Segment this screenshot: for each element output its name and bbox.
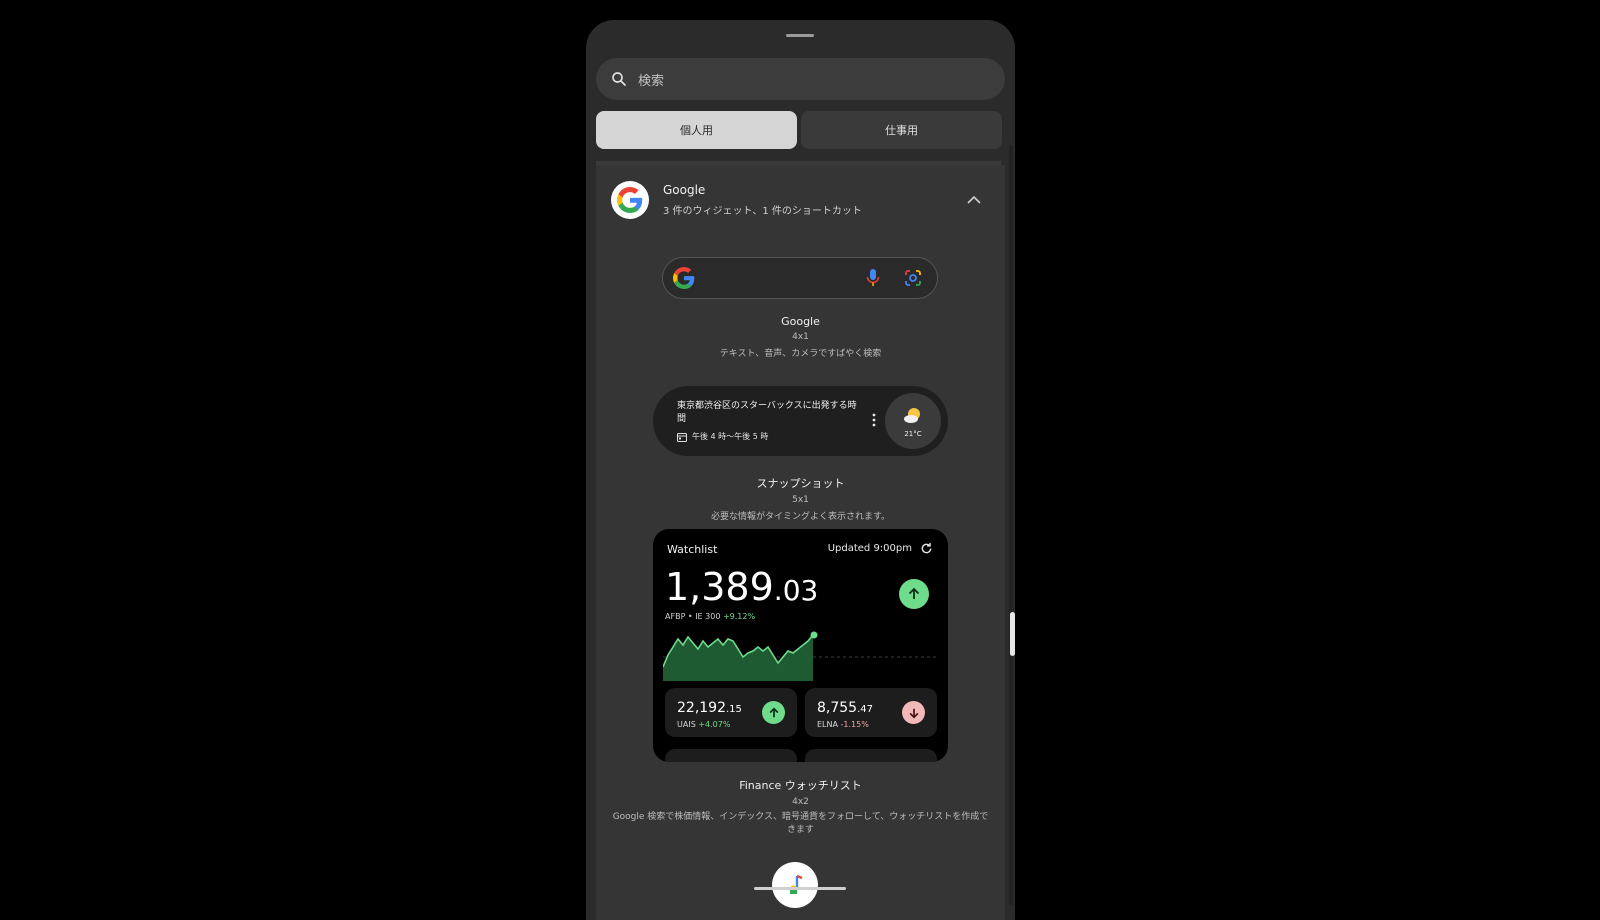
google-lens-icon — [905, 270, 921, 286]
weather-badge: 21°C — [885, 393, 941, 449]
snapshot-text: 東京都渋谷区のスターバックスに出発する時間 — [677, 401, 857, 424]
widget-title: Finance ウォッチリスト — [739, 779, 862, 792]
card-value: 22,192.15 — [677, 700, 742, 716]
watchlist-updated: Updated 9:00pm — [827, 543, 912, 554]
widget-size: 4x1 — [792, 332, 809, 342]
watchlist-main-value: 1,389.03 — [665, 565, 819, 609]
app-name: Google — [663, 183, 706, 197]
widget-caption-snapshot: スナップショット 5x1 必要な情報がタイミングよく表示されます。 — [596, 475, 1005, 522]
widget-picker-sheet: 検索 個人用 仕事用 Google 3 件のウィジェット、1 件のショートカット — [586, 20, 1015, 920]
widget-size: 5x1 — [792, 495, 809, 505]
tab-personal[interactable]: 個人用 — [596, 111, 797, 149]
arrow-up-icon — [899, 579, 929, 609]
watchlist-title: Watchlist — [667, 543, 718, 556]
widget-title: スナップショット — [756, 477, 845, 490]
app-widget-group: Google 3 件のウィジェット、1 件のショートカット Google 4x1… — [596, 165, 1005, 920]
watchlist-symbol: AFBP • IE 300 +9.12% — [665, 612, 756, 621]
home-indicator[interactable] — [754, 887, 846, 890]
refresh-icon — [921, 542, 932, 554]
music-note-icon[interactable] — [772, 862, 818, 908]
watchlist-card[interactable]: 22,192.15 UAIS +4.07% — [665, 688, 797, 737]
arrow-down-icon — [902, 701, 925, 724]
watchlist-card-partial — [665, 749, 797, 762]
more-options-icon[interactable] — [871, 413, 877, 427]
partly-cloudy-icon — [904, 408, 920, 423]
snapshot-widget-preview[interactable]: 東京都渋谷区のスターバックスに出発する時間 午後 4 時〜午後 5 時 21°C — [653, 386, 948, 456]
sparkline-chart — [663, 631, 938, 681]
arrow-up-icon — [762, 701, 785, 724]
widget-title: Google — [781, 315, 820, 328]
widget-description: テキスト、音声、カメラですばやく検索 — [719, 349, 882, 359]
app-widget-count: 3 件のウィジェット、1 件のショートカット — [663, 206, 862, 217]
microphone-icon — [866, 269, 880, 286]
search-placeholder: 検索 — [638, 73, 665, 89]
card-symbol: UAIS +4.07% — [677, 720, 731, 729]
widget-caption-google: Google 4x1 テキスト、音声、カメラですばやく検索 — [596, 315, 1005, 359]
google-logo-icon — [611, 181, 649, 219]
watchlist-card-partial — [805, 749, 937, 762]
chevron-up-icon[interactable] — [966, 193, 982, 205]
widget-caption-finance: Finance ウォッチリスト 4x2 Google 検索で株価情報、インデック… — [596, 777, 1005, 837]
tab-work[interactable]: 仕事用 — [801, 111, 1002, 149]
widget-description: Google 検索で株価情報、インデックス、暗号通貨をフォローして、ウォッチリス… — [612, 812, 989, 835]
snapshot-time-text: 午後 4 時〜午後 5 時 — [692, 432, 769, 441]
card-symbol: ELNA -1.15% — [817, 720, 869, 729]
search-bar[interactable]: 検索 — [596, 58, 1005, 100]
widget-size: 4x2 — [792, 797, 809, 807]
card-value: 8,755.47 — [817, 700, 873, 716]
scrollbar-thumb[interactable] — [1010, 612, 1015, 656]
google-g-icon — [673, 267, 695, 289]
drag-handle[interactable] — [786, 34, 814, 37]
calendar-icon — [677, 432, 687, 442]
finance-watchlist-widget-preview[interactable]: Watchlist Updated 9:00pm 1,389.03 AFBP •… — [653, 529, 948, 762]
watchlist-card[interactable]: 8,755.47 ELNA -1.15% — [805, 688, 937, 737]
google-search-widget-preview[interactable] — [662, 257, 938, 299]
search-icon — [612, 72, 626, 86]
snapshot-time: 午後 4 時〜午後 5 時 — [677, 431, 768, 442]
temperature: 21°C — [904, 430, 922, 438]
profile-tabs: 個人用 仕事用 — [596, 111, 1005, 149]
widget-description: 必要な情報がタイミングよく表示されます。 — [710, 512, 891, 522]
scrollbar-track — [1009, 145, 1013, 905]
